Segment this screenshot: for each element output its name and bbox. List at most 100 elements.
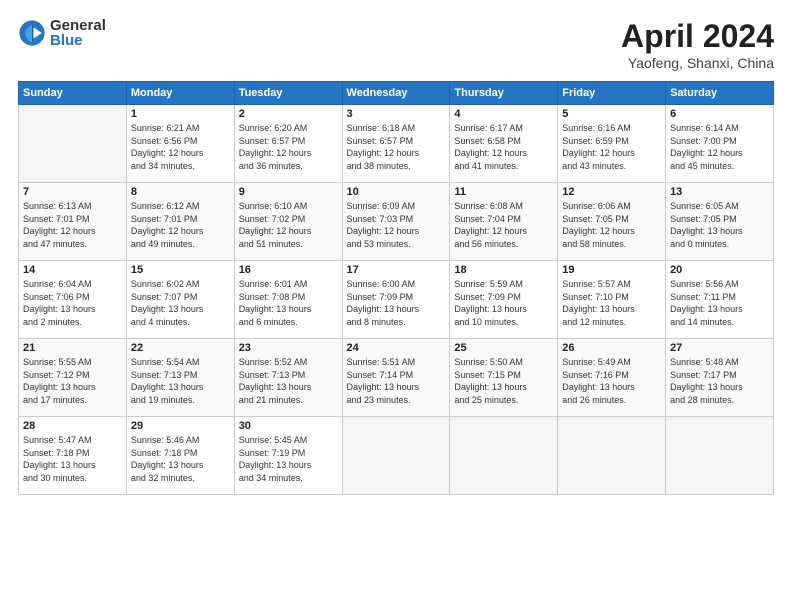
logo-blue: Blue: [50, 33, 106, 48]
day-cell: 15 Sunrise: 6:02 AM Sunset: 7:07 PM Dayli…: [126, 261, 234, 339]
day-info: Sunrise: 6:21 AM Sunset: 6:56 PM Dayligh…: [131, 122, 230, 172]
day-cell: 7 Sunrise: 6:13 AM Sunset: 7:01 PM Daylig…: [19, 183, 127, 261]
day-info: Sunrise: 6:05 AM Sunset: 7:05 PM Dayligh…: [670, 200, 769, 250]
day-number: 13: [670, 186, 769, 198]
logo-icon: [18, 19, 46, 47]
day-cell: 20 Sunrise: 5:56 AM Sunset: 7:11 PM Dayli…: [666, 261, 774, 339]
day-cell: 2 Sunrise: 6:20 AM Sunset: 6:57 PM Daylig…: [234, 105, 342, 183]
day-cell: 29 Sunrise: 5:46 AM Sunset: 7:18 PM Dayli…: [126, 417, 234, 495]
day-number: 20: [670, 264, 769, 276]
day-number: 3: [347, 108, 446, 120]
day-number: 25: [454, 342, 553, 354]
day-number: 28: [23, 420, 122, 432]
day-number: 7: [23, 186, 122, 198]
day-info: Sunrise: 6:02 AM Sunset: 7:07 PM Dayligh…: [131, 278, 230, 328]
day-cell: 17 Sunrise: 6:00 AM Sunset: 7:09 PM Dayli…: [342, 261, 450, 339]
day-info: Sunrise: 5:56 AM Sunset: 7:11 PM Dayligh…: [670, 278, 769, 328]
day-number: 29: [131, 420, 230, 432]
day-number: 9: [239, 186, 338, 198]
day-cell: 22 Sunrise: 5:54 AM Sunset: 7:13 PM Dayli…: [126, 339, 234, 417]
day-cell: 13 Sunrise: 6:05 AM Sunset: 7:05 PM Dayli…: [666, 183, 774, 261]
header-cell-monday: Monday: [126, 82, 234, 105]
day-info: Sunrise: 5:49 AM Sunset: 7:16 PM Dayligh…: [562, 356, 661, 406]
day-info: Sunrise: 6:20 AM Sunset: 6:57 PM Dayligh…: [239, 122, 338, 172]
day-number: 16: [239, 264, 338, 276]
day-info: Sunrise: 6:13 AM Sunset: 7:01 PM Dayligh…: [23, 200, 122, 250]
day-cell: 12 Sunrise: 6:06 AM Sunset: 7:05 PM Dayli…: [558, 183, 666, 261]
day-info: Sunrise: 6:10 AM Sunset: 7:02 PM Dayligh…: [239, 200, 338, 250]
day-info: Sunrise: 5:54 AM Sunset: 7:13 PM Dayligh…: [131, 356, 230, 406]
day-number: 6: [670, 108, 769, 120]
header-cell-thursday: Thursday: [450, 82, 558, 105]
month-title: April 2024: [621, 18, 774, 55]
day-cell: 24Sunrise: 5:51 AM Sunset: 7:14 PM Dayli…: [342, 339, 450, 417]
day-cell: 28Sunrise: 5:47 AM Sunset: 7:18 PM Dayli…: [19, 417, 127, 495]
day-info: Sunrise: 6:01 AM Sunset: 7:08 PM Dayligh…: [239, 278, 338, 328]
day-cell: [558, 417, 666, 495]
day-cell: 30Sunrise: 5:45 AM Sunset: 7:19 PM Dayli…: [234, 417, 342, 495]
header-cell-saturday: Saturday: [666, 82, 774, 105]
title-block: April 2024 Yaofeng, Shanxi, China: [621, 18, 774, 71]
header-cell-friday: Friday: [558, 82, 666, 105]
day-cell: 8 Sunrise: 6:12 AM Sunset: 7:01 PM Daylig…: [126, 183, 234, 261]
week-row-1: 1 Sunrise: 6:21 AM Sunset: 6:56 PM Daylig…: [19, 105, 774, 183]
day-cell: 9 Sunrise: 6:10 AM Sunset: 7:02 PM Daylig…: [234, 183, 342, 261]
day-number: 30: [239, 420, 338, 432]
day-cell: 6 Sunrise: 6:14 AM Sunset: 7:00 PM Daylig…: [666, 105, 774, 183]
day-number: 23: [239, 342, 338, 354]
day-info: Sunrise: 5:50 AM Sunset: 7:15 PM Dayligh…: [454, 356, 553, 406]
logo-text: General Blue: [50, 18, 106, 48]
day-cell: 27Sunrise: 5:48 AM Sunset: 7:17 PM Dayli…: [666, 339, 774, 417]
day-cell: 19Sunrise: 5:57 AM Sunset: 7:10 PM Dayli…: [558, 261, 666, 339]
day-info: Sunrise: 6:09 AM Sunset: 7:03 PM Dayligh…: [347, 200, 446, 250]
day-number: 22: [131, 342, 230, 354]
calendar-body: 1 Sunrise: 6:21 AM Sunset: 6:56 PM Daylig…: [19, 105, 774, 495]
day-number: 1: [131, 108, 230, 120]
day-info: Sunrise: 6:04 AM Sunset: 7:06 PM Dayligh…: [23, 278, 122, 328]
day-info: Sunrise: 5:51 AM Sunset: 7:14 PM Dayligh…: [347, 356, 446, 406]
day-info: Sunrise: 6:16 AM Sunset: 6:59 PM Dayligh…: [562, 122, 661, 172]
day-cell: 3Sunrise: 6:18 AM Sunset: 6:57 PM Daylig…: [342, 105, 450, 183]
day-info: Sunrise: 6:14 AM Sunset: 7:00 PM Dayligh…: [670, 122, 769, 172]
week-row-2: 7 Sunrise: 6:13 AM Sunset: 7:01 PM Daylig…: [19, 183, 774, 261]
logo-general: General: [50, 18, 106, 33]
day-number: 2: [239, 108, 338, 120]
header-row: SundayMondayTuesdayWednesdayThursdayFrid…: [19, 82, 774, 105]
day-cell: 10Sunrise: 6:09 AM Sunset: 7:03 PM Dayli…: [342, 183, 450, 261]
day-info: Sunrise: 6:12 AM Sunset: 7:01 PM Dayligh…: [131, 200, 230, 250]
week-row-3: 14Sunrise: 6:04 AM Sunset: 7:06 PM Dayli…: [19, 261, 774, 339]
header-cell-sunday: Sunday: [19, 82, 127, 105]
day-info: Sunrise: 5:52 AM Sunset: 7:13 PM Dayligh…: [239, 356, 338, 406]
header-cell-wednesday: Wednesday: [342, 82, 450, 105]
day-info: Sunrise: 5:59 AM Sunset: 7:09 PM Dayligh…: [454, 278, 553, 328]
day-number: 15: [131, 264, 230, 276]
day-cell: [666, 417, 774, 495]
day-number: 27: [670, 342, 769, 354]
day-number: 21: [23, 342, 122, 354]
day-cell: 23 Sunrise: 5:52 AM Sunset: 7:13 PM Dayli…: [234, 339, 342, 417]
day-cell: 11Sunrise: 6:08 AM Sunset: 7:04 PM Dayli…: [450, 183, 558, 261]
day-cell: [19, 105, 127, 183]
day-info: Sunrise: 6:06 AM Sunset: 7:05 PM Dayligh…: [562, 200, 661, 250]
week-row-5: 28Sunrise: 5:47 AM Sunset: 7:18 PM Dayli…: [19, 417, 774, 495]
day-number: 5: [562, 108, 661, 120]
week-row-4: 21Sunrise: 5:55 AM Sunset: 7:12 PM Dayli…: [19, 339, 774, 417]
day-number: 19: [562, 264, 661, 276]
header: General Blue April 2024 Yaofeng, Shanxi,…: [18, 18, 774, 71]
day-cell: [342, 417, 450, 495]
day-info: Sunrise: 5:46 AM Sunset: 7:18 PM Dayligh…: [131, 434, 230, 484]
day-cell: 4Sunrise: 6:17 AM Sunset: 6:58 PM Daylig…: [450, 105, 558, 183]
page: General Blue April 2024 Yaofeng, Shanxi,…: [0, 0, 792, 612]
day-number: 12: [562, 186, 661, 198]
day-cell: 26Sunrise: 5:49 AM Sunset: 7:16 PM Dayli…: [558, 339, 666, 417]
day-number: 11: [454, 186, 553, 198]
day-cell: 16 Sunrise: 6:01 AM Sunset: 7:08 PM Dayli…: [234, 261, 342, 339]
day-info: Sunrise: 6:00 AM Sunset: 7:09 PM Dayligh…: [347, 278, 446, 328]
location-subtitle: Yaofeng, Shanxi, China: [621, 55, 774, 71]
day-number: 8: [131, 186, 230, 198]
logo: General Blue: [18, 18, 106, 48]
day-info: Sunrise: 6:17 AM Sunset: 6:58 PM Dayligh…: [454, 122, 553, 172]
day-cell: 5 Sunrise: 6:16 AM Sunset: 6:59 PM Daylig…: [558, 105, 666, 183]
day-cell: 25 Sunrise: 5:50 AM Sunset: 7:15 PM Dayli…: [450, 339, 558, 417]
day-number: 17: [347, 264, 446, 276]
